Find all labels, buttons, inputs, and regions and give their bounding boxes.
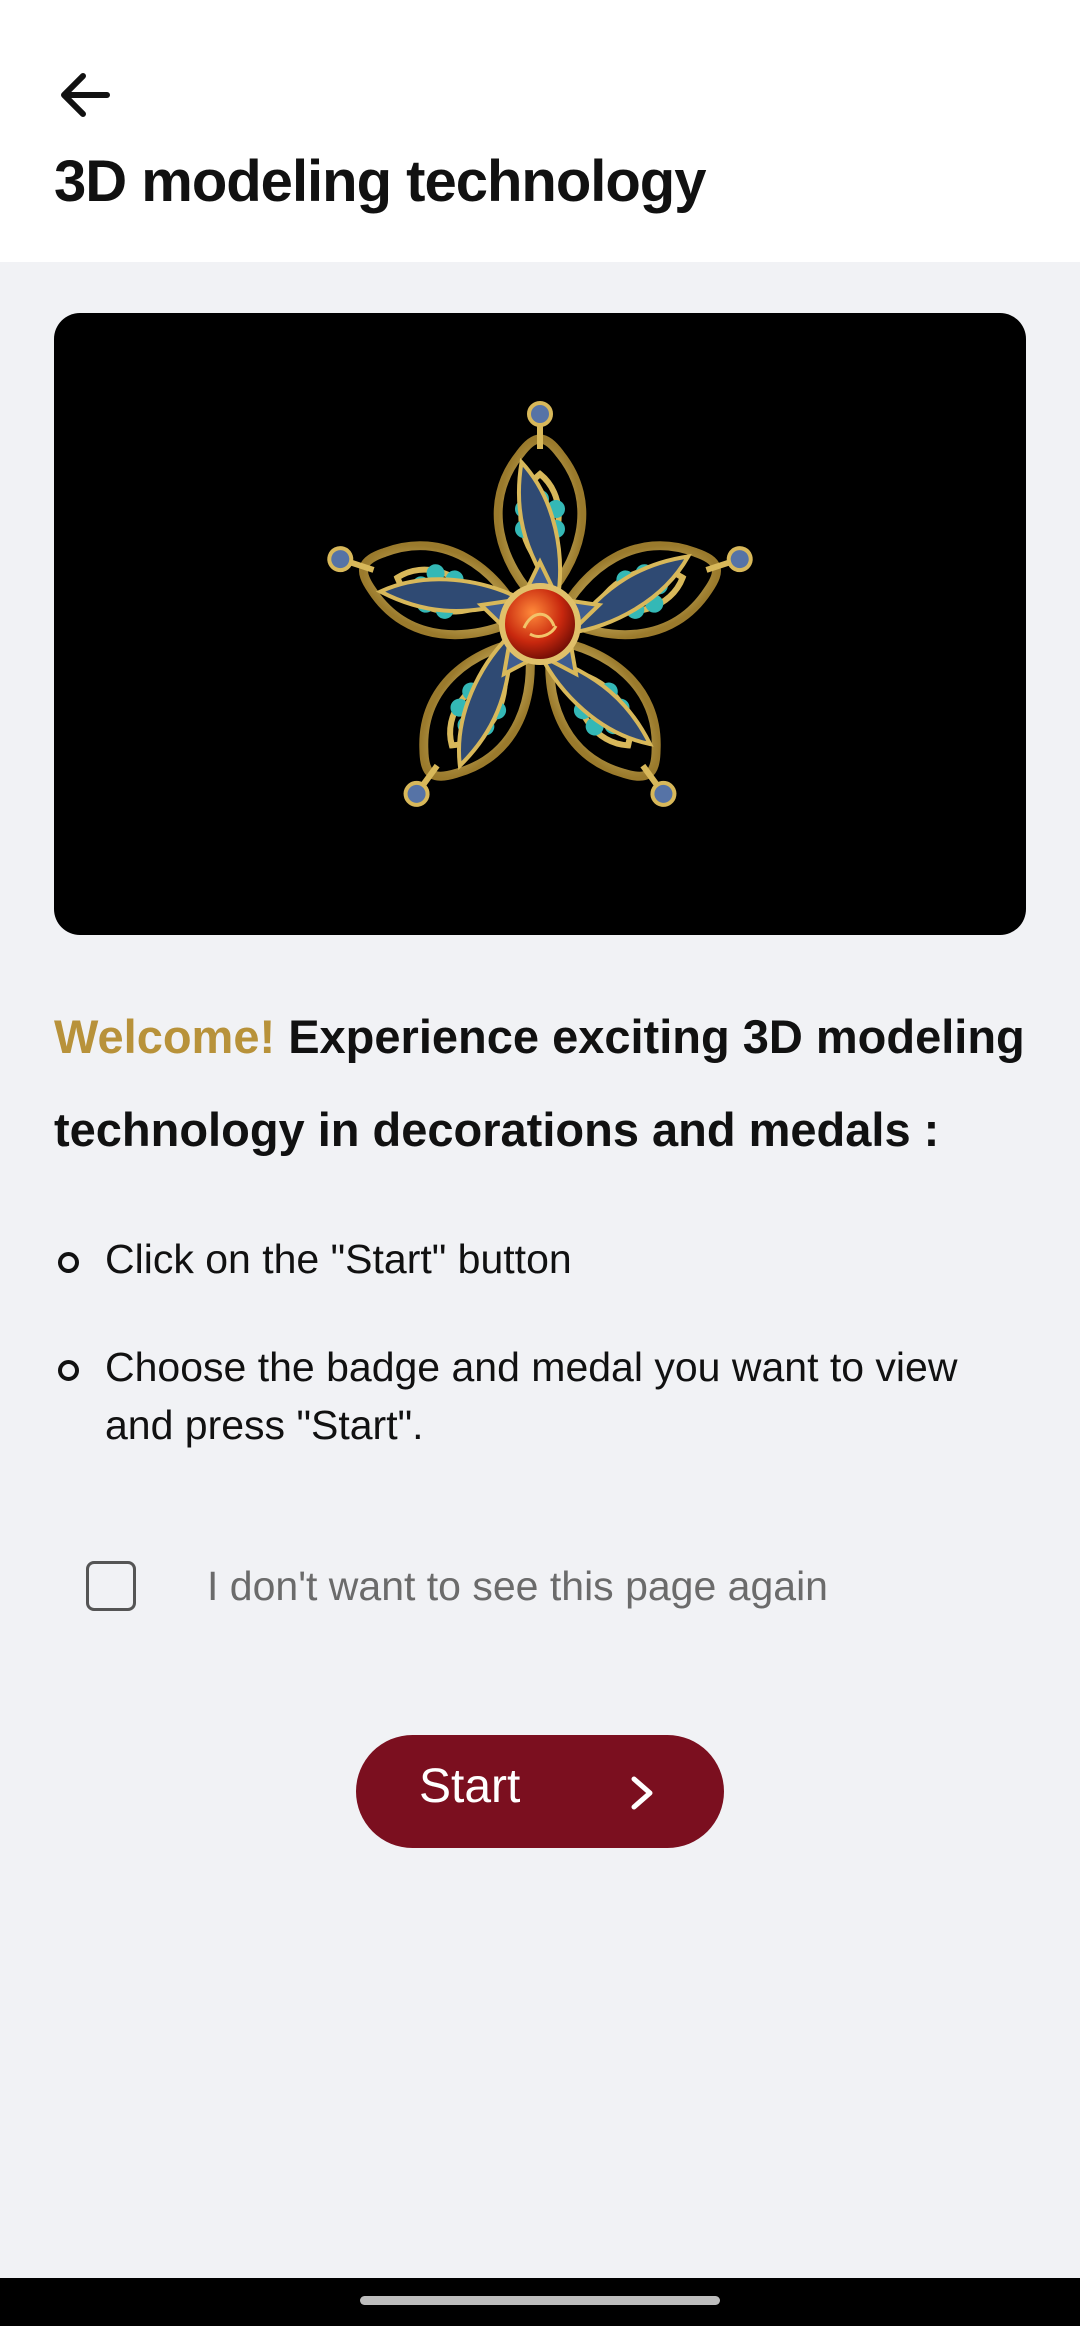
welcome-text: Welcome! — [54, 1010, 276, 1063]
arrow-left-icon — [61, 73, 110, 117]
welcome-intro: Welcome! Experience exciting 3D modeling… — [54, 990, 1034, 1176]
app-header: 3D modeling technology — [0, 0, 1080, 262]
medal-hero-image — [54, 313, 1026, 935]
instruction-list: Click on the "Start" button Choose the b… — [54, 1230, 1034, 1504]
start-button[interactable]: Start — [356, 1735, 724, 1848]
page-title: 3D modeling technology — [54, 149, 706, 214]
circle-bullet-icon — [58, 1360, 79, 1381]
back-button[interactable] — [40, 50, 130, 140]
system-navigation-bar — [0, 2278, 1080, 2326]
step-text: Choose the badge and medal you want to v… — [105, 1344, 958, 1448]
start-button-label: Start — [419, 1760, 521, 1813]
dont-show-again-label[interactable]: I don't want to see this page again — [207, 1563, 828, 1610]
dont-show-again-checkbox[interactable] — [86, 1561, 136, 1611]
step-text: Click on the "Start" button — [105, 1236, 572, 1282]
list-item: Choose the badge and medal you want to v… — [54, 1338, 1034, 1454]
chevron-right-icon — [631, 1776, 653, 1810]
home-indicator[interactable] — [360, 2296, 720, 2305]
list-item: Click on the "Start" button — [54, 1230, 1034, 1288]
circle-bullet-icon — [58, 1252, 79, 1273]
dont-show-again-row[interactable]: I don't want to see this page again — [86, 1558, 828, 1614]
medal-illustration — [327, 401, 753, 807]
